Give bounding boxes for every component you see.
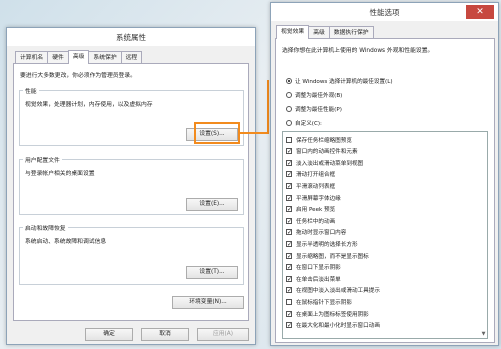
tab-strip: 视觉效果 高级 数据执行保护: [276, 25, 374, 39]
checkbox-label: 在窗口下显示阴影: [296, 265, 341, 272]
startup-recovery-desc: 系统启动、系统故障和调试信息: [25, 239, 107, 245]
performance-desc: 视觉效果，处理器计划，内存使用，以及虚拟内存: [25, 102, 153, 108]
checkbox-item[interactable]: ✓ 启用 Peek 预览: [286, 205, 335, 214]
user-profiles-desc: 与登录帐户相关的桌面设置: [25, 171, 95, 177]
radio-label: 自定义(C):: [295, 120, 322, 127]
radio-option[interactable]: 让 Windows 选择计算机的最佳设置(L): [286, 76, 393, 85]
checkbox-label: 任务栏中的动画: [296, 218, 336, 225]
checkbox-label: 窗口内的动画控件和元素: [296, 149, 358, 156]
radio-button[interactable]: [286, 119, 292, 126]
tab-panel: 要进行大多数更改，你必须作为管理员登录。 性能 视觉效果，处理器计划，内存使用，…: [13, 63, 249, 321]
close-button[interactable]: ✕: [466, 5, 494, 19]
radio-button[interactable]: [286, 105, 292, 112]
checkbox-label: 在鼠标指针下显示阴影: [296, 299, 352, 306]
checkbox-checked-icon[interactable]: ✓: [286, 275, 292, 282]
checkbox-item[interactable]: ✓ 在单击后淡出菜单: [286, 274, 341, 283]
checkbox-label: 平滑滚动列表框: [296, 183, 336, 190]
checkbox-item[interactable]: ✓ 窗口内的动画控件和元素: [286, 147, 358, 156]
checkbox-checked-icon[interactable]: ✓: [286, 310, 292, 317]
checkbox-label: 在最大化和最小化时显示窗口动画: [296, 323, 380, 330]
user-profiles-group: 用户配置文件 与登录帐户相关的桌面设置 设置(E)...: [19, 155, 244, 215]
checkbox-item[interactable]: ✓ 任务栏中的动画: [286, 216, 335, 225]
checkbox-item[interactable]: 保存任务栏缩略图预览: [286, 135, 352, 144]
checkbox-item[interactable]: ✓ 淡入淡出或滑动菜单到视图: [286, 158, 363, 167]
checkbox-item[interactable]: ✓ 显示缩略图，而不是显示图标: [286, 251, 369, 260]
checkbox-item[interactable]: 在鼠标指针下显示阴影: [286, 297, 352, 306]
checkbox-checked-icon[interactable]: ✓: [286, 206, 292, 213]
titlebar: 性能选项 ✕: [271, 3, 498, 21]
checkbox-label: 显示半透明的选择长方形: [296, 241, 358, 248]
checkbox-checked-icon[interactable]: ✓: [286, 217, 292, 224]
environment-variables-button[interactable]: 环境变量(N)...: [172, 296, 244, 309]
checkbox-label: 拖动时显示窗口内容: [296, 230, 347, 237]
tab-advanced[interactable]: 高级: [67, 50, 90, 64]
checkbox-checked-icon[interactable]: ✓: [286, 194, 292, 201]
checkbox-checked-icon[interactable]: ✓: [286, 159, 292, 166]
checkbox-item[interactable]: ✓ 在最大化和最小化时显示窗口动画: [286, 321, 380, 330]
checkbox-checked-icon[interactable]: ✓: [286, 252, 292, 259]
intro-text: 选择你想在此计算机上使用的 Windows 外观和性能设置。: [282, 48, 434, 54]
apply-button[interactable]: 应用(A): [197, 328, 249, 341]
checkbox-label: 在视图中淡入淡出或滑动工具提示: [296, 288, 380, 295]
arrow-line-vertical: [267, 80, 269, 134]
checkbox-item[interactable]: ✓ 平滑屏幕字体边缘: [286, 193, 341, 202]
checkbox-checked-icon[interactable]: ✓: [286, 240, 292, 247]
checkbox-label: 启用 Peek 预览: [296, 207, 336, 214]
checkbox-checked-icon[interactable]: ✓: [286, 287, 292, 294]
checkbox-unchecked-icon[interactable]: [286, 298, 292, 305]
checkbox-item[interactable]: ✓ 在视图中淡入淡出或滑动工具提示: [286, 286, 380, 295]
checkbox-item[interactable]: ✓ 显示半透明的选择长方形: [286, 239, 358, 248]
visual-effects-panel: 选择你想在此计算机上使用的 Windows 外观和性能设置。 让 Windows…: [275, 38, 495, 343]
performance-title: 性能: [23, 86, 39, 95]
checkbox-checked-icon[interactable]: ✓: [286, 229, 292, 236]
user-profiles-settings-button[interactable]: 设置(E)...: [186, 198, 238, 211]
effects-list[interactable]: 保存任务栏缩略图预览 ✓ 窗口内的动画控件和元素 ✓ 淡入淡出或滑动菜单到视图 ✓ 滑动打开…: [282, 131, 488, 339]
scroll-down-icon[interactable]: ▼: [480, 331, 487, 338]
checkbox-label: 在桌面上为图标标签使用阴影: [296, 311, 369, 318]
checkbox-checked-icon[interactable]: ✓: [286, 148, 292, 155]
checkbox-checked-icon[interactable]: ✓: [286, 322, 292, 329]
performance-options-window: 性能选项 ✕ 视觉效果 高级 数据执行保护 选择你想在此计算机上使用的 Wind…: [270, 2, 499, 346]
checkbox-item[interactable]: ✓ 在窗口下显示阴影: [286, 263, 341, 272]
startup-recovery-title: 启动和故障恢复: [23, 223, 68, 232]
radio-option[interactable]: 调整为最佳外观(B): [286, 90, 342, 99]
checkbox-checked-icon[interactable]: ✓: [286, 171, 292, 178]
checkbox-label: 显示缩略图，而不是显示图标: [296, 253, 369, 260]
checkbox-label: 平滑屏幕字体边缘: [296, 195, 341, 202]
titlebar: 系统属性: [7, 28, 255, 46]
close-icon: ✕: [476, 7, 484, 17]
tab-visual-effects[interactable]: 视觉效果: [276, 25, 310, 39]
checkbox-label: 淡入淡出或滑动菜单到视图: [296, 160, 364, 167]
checkbox-item[interactable]: ✓ 拖动时显示窗口内容: [286, 228, 346, 237]
radio-button[interactable]: [286, 77, 292, 84]
checkbox-label: 滑动打开组合框: [296, 172, 336, 179]
checkbox-unchecked-icon[interactable]: [286, 136, 292, 143]
checkbox-checked-icon[interactable]: ✓: [286, 182, 292, 189]
checkbox-item[interactable]: ✓ 平滑滚动列表框: [286, 181, 335, 190]
cancel-button[interactable]: 取消: [141, 328, 189, 341]
system-properties-window: 系统属性 计算机名 硬件 高级 系统保护 远程 要进行大多数更改，你必须作为管理…: [6, 27, 256, 345]
radio-button[interactable]: [286, 91, 292, 98]
checkbox-checked-icon[interactable]: ✓: [286, 264, 292, 271]
checkbox-item[interactable]: ✓ 滑动打开组合框: [286, 170, 335, 179]
startup-recovery-group: 启动和故障恢复 系统启动、系统故障和调试信息 设置(T)...: [19, 223, 244, 285]
user-profiles-title: 用户配置文件: [23, 155, 62, 164]
checkbox-item[interactable]: ✓ 在桌面上为图标标签使用阴影: [286, 309, 369, 318]
radio-label: 调整为最佳性能(P): [295, 106, 342, 113]
checkbox-label: 在单击后淡出菜单: [296, 276, 341, 283]
ok-button[interactable]: 确定: [85, 328, 133, 341]
highlight-box: [194, 122, 240, 144]
checkbox-label: 保存任务栏缩略图预览: [296, 137, 352, 144]
radio-label: 让 Windows 选择计算机的最佳设置(L): [295, 78, 393, 85]
window-title: 性能选项: [369, 8, 400, 17]
window-title: 系统属性: [116, 33, 146, 42]
arrow-line-horizontal: [240, 132, 268, 134]
tab-strip: 计算机名 硬件 高级 系统保护 远程: [15, 50, 143, 64]
radio-option[interactable]: 调整为最佳性能(P): [286, 104, 342, 113]
radio-label: 调整为最佳外观(B): [295, 92, 343, 99]
startup-recovery-settings-button[interactable]: 设置(T)...: [186, 266, 238, 279]
admin-notice: 要进行大多数更改，你必须作为管理员登录。: [20, 73, 136, 79]
radio-option[interactable]: 自定义(C):: [286, 118, 322, 127]
